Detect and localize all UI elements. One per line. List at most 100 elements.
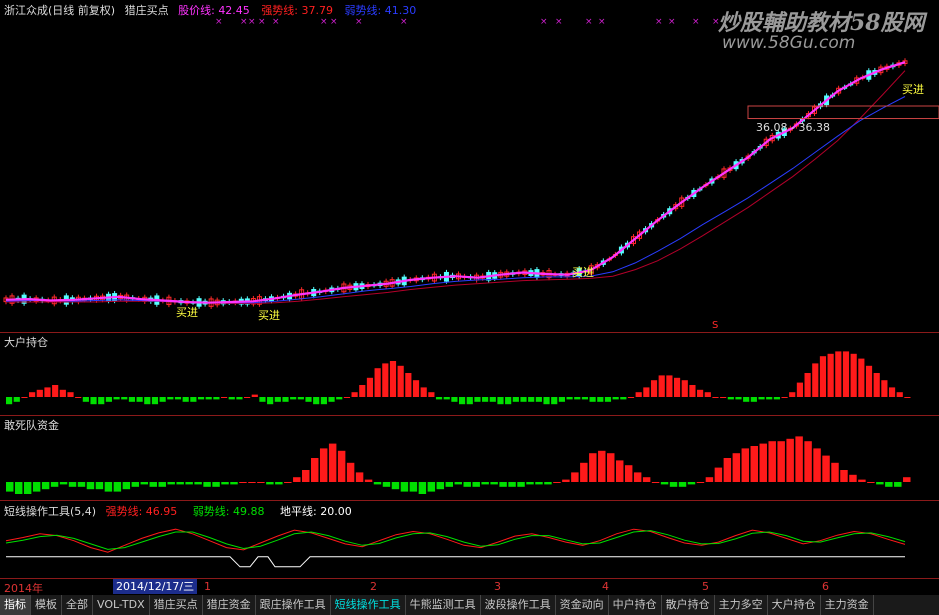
histogram-bar bbox=[741, 448, 750, 482]
histogram-bar bbox=[313, 397, 320, 405]
histogram-bar bbox=[705, 477, 714, 482]
histogram-bar bbox=[813, 448, 821, 482]
histogram-bar bbox=[259, 397, 266, 402]
histogram-bar bbox=[205, 397, 212, 400]
tab-zhuli-zijin[interactable]: 主力资金 bbox=[821, 595, 874, 615]
histogram-bar bbox=[151, 397, 159, 405]
histogram-bar bbox=[768, 441, 776, 482]
signal-x-marker: × bbox=[330, 17, 338, 27]
histogram-bar bbox=[743, 397, 750, 402]
tab-quanbu[interactable]: 全部 bbox=[62, 595, 93, 615]
tab-sanhu-chicang[interactable]: 散户持仓 bbox=[662, 595, 715, 615]
main-price-chart[interactable]: × × × × × × × × × × × × × × × × × bbox=[0, 16, 939, 332]
histogram-bar bbox=[359, 385, 366, 397]
tab-moban[interactable]: 模板 bbox=[31, 595, 62, 615]
tab-niuxiong-tool[interactable]: 牛熊监测工具 bbox=[406, 595, 481, 615]
month-tick: 4 bbox=[602, 580, 609, 593]
histogram-bar bbox=[822, 455, 830, 482]
month-tick: 6 bbox=[822, 580, 829, 593]
tab-liezhuang-maidian[interactable]: 猎庄买点 bbox=[150, 595, 203, 615]
histogram-bar bbox=[896, 392, 903, 397]
histogram-bar bbox=[266, 482, 274, 485]
histogram-bar bbox=[167, 482, 175, 485]
histogram-bar bbox=[397, 365, 404, 397]
histogram-bar bbox=[382, 482, 391, 487]
histogram-bar bbox=[660, 482, 669, 485]
tab-zhonghu-chicang[interactable]: 中户持仓 bbox=[609, 595, 662, 615]
histogram-bar bbox=[427, 482, 436, 492]
tab-liezhuang-zijin[interactable]: 猎庄资金 bbox=[203, 595, 256, 615]
histogram-bar bbox=[589, 397, 596, 402]
histogram-bar bbox=[873, 373, 880, 397]
histogram-bar bbox=[435, 397, 443, 400]
histogram-bar bbox=[620, 397, 627, 400]
histogram-bar bbox=[121, 397, 128, 400]
histogram-bar bbox=[59, 482, 68, 485]
signal-x-marker: × bbox=[272, 17, 280, 27]
histogram-bar bbox=[580, 462, 588, 482]
month-tick: 1 bbox=[204, 580, 211, 593]
tab-genzhuang-tool[interactable]: 跟庄操作工具 bbox=[256, 595, 331, 615]
histogram-bar bbox=[136, 397, 143, 402]
histogram-bar bbox=[391, 482, 400, 490]
signal-x-marker: × bbox=[692, 17, 700, 27]
histogram-bar bbox=[203, 482, 211, 487]
histogram-bar bbox=[689, 385, 696, 397]
histogram-bar bbox=[865, 365, 873, 397]
histogram-bar bbox=[551, 397, 558, 405]
histogram-bar bbox=[77, 482, 86, 487]
histogram-bar bbox=[669, 482, 678, 487]
histogram-bar bbox=[678, 482, 687, 487]
tab-zhibiao[interactable]: 指标 bbox=[0, 595, 31, 615]
histogram-bar bbox=[293, 477, 301, 482]
histogram-bar bbox=[517, 482, 525, 487]
histogram-bar bbox=[337, 450, 346, 482]
histogram-bar bbox=[248, 482, 256, 483]
histogram-bar bbox=[374, 368, 381, 397]
histogram-bar bbox=[185, 482, 193, 485]
histogram-bar bbox=[343, 397, 351, 398]
histogram-bar bbox=[842, 351, 850, 397]
histogram-bar bbox=[418, 482, 427, 494]
buy-signal-label: 买进 bbox=[902, 83, 924, 96]
duanxian-tool-chart[interactable] bbox=[0, 516, 939, 578]
tab-duanxian-tool[interactable]: 短线操作工具 bbox=[331, 595, 406, 615]
histogram-bar bbox=[543, 397, 550, 405]
tab-dahu-chicang[interactable]: 大户持仓 bbox=[768, 595, 821, 615]
tab-zijin-dongxiang[interactable]: 资金动向 bbox=[556, 595, 609, 615]
signal-x-marker: × bbox=[540, 17, 548, 27]
histogram-bar bbox=[389, 361, 397, 397]
histogram-bar bbox=[627, 397, 635, 398]
signal-x-marker: × bbox=[240, 17, 248, 27]
histogram-bar bbox=[727, 397, 734, 400]
histogram-bar bbox=[894, 482, 902, 487]
histogram-bar bbox=[221, 482, 229, 485]
histogram-bar bbox=[190, 397, 197, 402]
horizon-line bbox=[6, 556, 905, 568]
histogram-bar bbox=[382, 363, 389, 397]
histogram-bar bbox=[21, 397, 28, 398]
histogram-bar bbox=[405, 373, 412, 397]
histogram-bar bbox=[497, 397, 504, 405]
histogram-bar bbox=[412, 380, 420, 397]
histogram-bar bbox=[6, 397, 13, 405]
histogram-bar bbox=[723, 458, 732, 482]
tab-vol-tdx[interactable]: VOL-TDX bbox=[93, 595, 150, 615]
signal-x-marker: × bbox=[598, 17, 606, 27]
histogram-bar bbox=[239, 482, 247, 483]
tab-zhuli-duokong[interactable]: 主力多空 bbox=[715, 595, 768, 615]
histogram-bar bbox=[302, 470, 310, 482]
histogram-bar bbox=[643, 387, 650, 397]
histogram-bar bbox=[105, 397, 112, 402]
tab-boduan-tool[interactable]: 波段操作工具 bbox=[481, 595, 556, 615]
histogram-bar bbox=[804, 441, 812, 482]
signal-x-marker: × bbox=[320, 17, 328, 27]
dahu-chicang-chart[interactable] bbox=[0, 333, 939, 415]
gansidui-zijin-chart[interactable] bbox=[0, 416, 939, 500]
histogram-bar bbox=[82, 397, 89, 402]
histogram-bar bbox=[904, 397, 911, 398]
series-line-0 bbox=[5, 61, 906, 304]
histogram-bar bbox=[336, 397, 343, 400]
histogram-bar bbox=[581, 397, 589, 400]
histogram-bar bbox=[633, 472, 642, 482]
